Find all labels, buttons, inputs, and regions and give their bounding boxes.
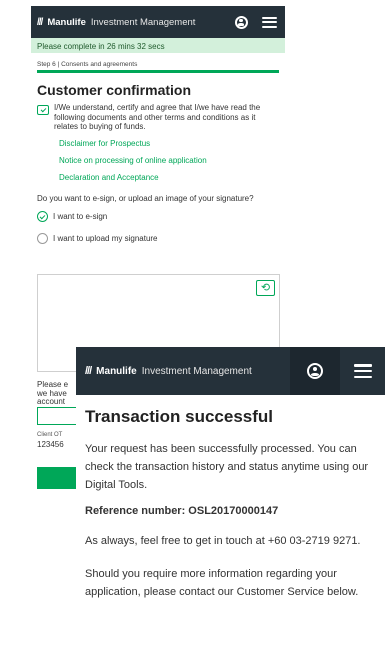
manulife-logo[interactable]: /// Manulife Investment Management bbox=[37, 17, 195, 28]
logo-mark: /// bbox=[85, 365, 92, 377]
account-button[interactable] bbox=[229, 6, 253, 38]
logo-brand: Manulife bbox=[47, 16, 86, 28]
menu-button[interactable] bbox=[253, 6, 285, 38]
account-button[interactable] bbox=[290, 347, 340, 395]
logo-tagline: Investment Management bbox=[141, 365, 252, 377]
transaction-success-screen: /// Manulife Investment Management Trans… bbox=[76, 347, 385, 669]
user-icon bbox=[307, 363, 323, 379]
page-title: Transaction successful bbox=[85, 407, 274, 426]
clear-signature-button[interactable]: ⟲ bbox=[256, 280, 275, 296]
client-otp-value: 123456 bbox=[37, 440, 64, 449]
session-timer: Please complete in 26 mins 32 secs bbox=[31, 38, 285, 53]
page-title: Customer confirmation bbox=[37, 82, 192, 98]
radio-unselected-icon[interactable] bbox=[37, 233, 48, 244]
app-header: /// Manulife Investment Management bbox=[31, 6, 285, 38]
partial-text-line: account bbox=[37, 397, 66, 406]
consent-checkbox-row[interactable]: I/We understand, certify and agree that … bbox=[31, 103, 285, 132]
more-info-text: Should you require more information rega… bbox=[85, 568, 359, 598]
hamburger-icon bbox=[353, 364, 372, 378]
step-label: Step 6 | Consents and agreements bbox=[37, 61, 138, 68]
link-declaration-acceptance[interactable]: Declaration and Acceptance bbox=[31, 173, 285, 182]
reference-number: Reference number: OSL20170000147 bbox=[85, 505, 279, 517]
manulife-logo[interactable]: /// Manulife Investment Management bbox=[85, 365, 252, 377]
link-disclaimer-prospectus[interactable]: Disclaimer for Prospectus bbox=[31, 139, 285, 148]
radio-upload[interactable]: I want to upload my signature bbox=[31, 231, 285, 246]
logo-brand: Manulife bbox=[96, 365, 137, 377]
logo-mark: /// bbox=[37, 16, 43, 28]
checkbox-checked-icon[interactable] bbox=[37, 105, 49, 115]
partial-text-line: Please e bbox=[37, 380, 69, 389]
consent-text: I/We understand, certify and agree that … bbox=[54, 103, 261, 131]
client-otp-label: Client OT bbox=[37, 432, 63, 438]
radio-label: I want to upload my signature bbox=[53, 234, 158, 243]
app-header: /// Manulife Investment Management bbox=[76, 347, 385, 395]
signature-question: Do you want to e-sign, or upload an imag… bbox=[37, 193, 254, 203]
user-icon bbox=[234, 15, 248, 29]
refresh-icon: ⟲ bbox=[260, 281, 271, 294]
link-notice-processing[interactable]: Notice on processing of online applicati… bbox=[31, 156, 285, 165]
menu-button[interactable] bbox=[340, 347, 385, 395]
radio-esign[interactable]: I want to e-sign bbox=[31, 209, 285, 224]
contact-info: As always, feel free to get in touch at … bbox=[85, 535, 361, 547]
success-content: Transaction successful Your request has … bbox=[76, 395, 385, 601]
success-message: Your request has been successfully proce… bbox=[85, 443, 369, 491]
hamburger-icon bbox=[261, 16, 277, 28]
logo-tagline: Investment Management bbox=[90, 16, 196, 28]
radio-selected-icon[interactable] bbox=[37, 211, 48, 222]
radio-label: I want to e-sign bbox=[53, 212, 108, 221]
